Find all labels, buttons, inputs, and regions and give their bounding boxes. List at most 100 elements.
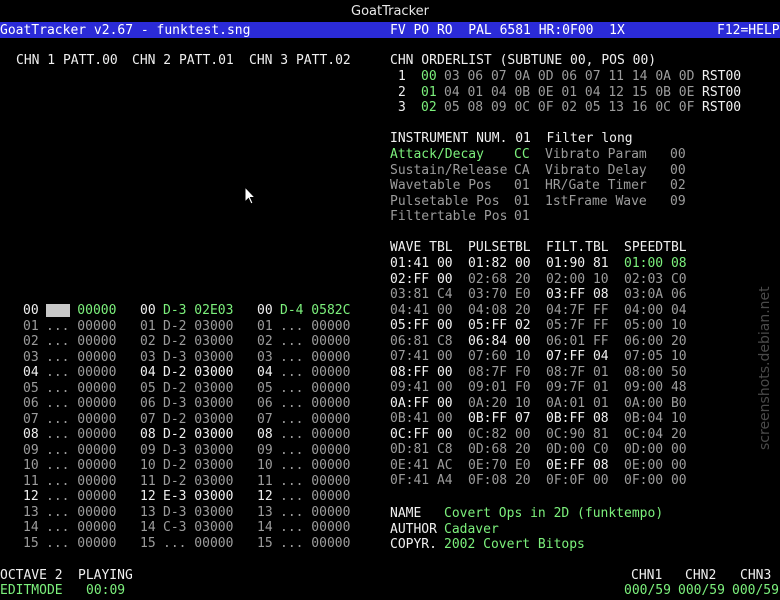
pattern-cell[interactable]: ... 00000 xyxy=(280,520,350,536)
pattern-cell[interactable]: ... 00000 xyxy=(46,396,116,412)
table-cell[interactable]: 05:7F FF xyxy=(546,318,609,334)
table-cell[interactable]: 0B:FF 07 xyxy=(468,411,531,427)
table-cell[interactable]: 03:70 E0 xyxy=(468,287,531,303)
pattern-cell[interactable]: ... 00000 xyxy=(280,396,350,412)
table-cell[interactable]: 02:03 C0 xyxy=(624,272,687,288)
orderlist-entries[interactable]: 03 06 07 0A 0D 06 07 11 14 0A 0D xyxy=(444,69,694,85)
pattern-cell[interactable]: D-3 03000 xyxy=(163,350,233,366)
table-cell[interactable]: 0C:FF 00 xyxy=(390,427,453,443)
table-cell[interactable]: 0E:41 AC xyxy=(390,458,453,474)
pattern-cell[interactable]: ... 00000 xyxy=(46,489,116,505)
instrument-param-value[interactable]: 09 xyxy=(670,194,686,210)
instrument-param-value[interactable]: 02 xyxy=(670,178,686,194)
pattern-cell[interactable]: ... 00000 xyxy=(280,489,350,505)
table-cell[interactable]: 04:41 00 xyxy=(390,303,453,319)
pattern-cell[interactable]: E-3 03000 xyxy=(163,489,233,505)
pattern-cell[interactable]: ... 00000 xyxy=(46,474,116,490)
pattern-cell[interactable]: ... 00000 xyxy=(280,458,350,474)
instrument-param-value[interactable]: 00 xyxy=(670,147,686,163)
help-hint[interactable]: F12=HELP xyxy=(717,23,780,39)
pattern-cell[interactable]: ... 00000 xyxy=(46,381,116,397)
table-cell[interactable]: 02:FF 00 xyxy=(390,272,453,288)
table-cell[interactable]: 07:60 10 xyxy=(468,349,531,365)
table-cell[interactable]: 06:00 20 xyxy=(624,334,687,350)
pattern-cell[interactable]: ... 00000 xyxy=(46,365,116,381)
table-cell[interactable]: 01:41 00 xyxy=(390,256,453,272)
pattern-cell[interactable]: ... 00000 xyxy=(46,412,116,428)
pattern-cell[interactable]: D-2 03000 xyxy=(163,458,233,474)
window-titlebar[interactable]: GoatTracker xyxy=(0,0,780,23)
table-cell[interactable]: 02:00 10 xyxy=(546,272,609,288)
pattern-cell[interactable]: ... 00000 xyxy=(46,458,116,474)
pattern-cell[interactable]: ... 00000 xyxy=(46,520,116,536)
pattern-cell[interactable]: ... 00000 xyxy=(280,319,350,335)
table-cell[interactable]: 08:7F 01 xyxy=(546,365,609,381)
table-cell[interactable]: 08:7F F0 xyxy=(468,365,531,381)
pattern-cell[interactable]: D-2 03000 xyxy=(163,381,233,397)
pattern-cell[interactable]: ... 00000 xyxy=(46,427,116,443)
song-copyright-value[interactable]: 2002 Covert Bitops xyxy=(444,537,585,553)
pattern-cell[interactable]: D-2 03000 xyxy=(163,319,233,335)
pattern-cell[interactable]: ... 00000 xyxy=(280,412,350,428)
table-cell[interactable]: 0A:01 01 xyxy=(546,396,609,412)
table-cell[interactable]: 06:01 FF xyxy=(546,334,609,350)
table-cell[interactable]: 02:68 20 xyxy=(468,272,531,288)
pattern-cell[interactable]: D-2 03000 xyxy=(163,365,233,381)
table-cell[interactable]: 03:81 C4 xyxy=(390,287,453,303)
table-cell[interactable]: 09:7F 01 xyxy=(546,380,609,396)
pattern-cell[interactable]: ... 00000 xyxy=(163,536,233,552)
table-cell[interactable]: 0F:08 20 xyxy=(468,473,531,489)
table-cell[interactable]: 03:FF 08 xyxy=(546,287,609,303)
pattern-cell[interactable]: D-4 0582C xyxy=(280,303,350,319)
table-cell[interactable]: 0D:00 C0 xyxy=(546,442,609,458)
song-name-value[interactable]: Covert Ops in 2D (funktempo) xyxy=(444,506,663,522)
pattern-cell[interactable]: D-3 03000 xyxy=(163,396,233,412)
orderlist-entries[interactable]: 05 08 09 0C 0F 02 05 13 16 0C 0F xyxy=(444,100,694,116)
instrument-param-value[interactable]: 01 xyxy=(514,178,530,194)
orderlist-restart[interactable]: RST00 xyxy=(702,100,741,116)
pattern-cell[interactable]: D-2 03000 xyxy=(163,427,233,443)
table-cell[interactable]: 0A:20 10 xyxy=(468,396,531,412)
table-cell[interactable]: 08:00 50 xyxy=(624,365,687,381)
orderlist-restart[interactable]: RST00 xyxy=(702,85,741,101)
orderlist-current-entry[interactable]: 02 xyxy=(421,100,437,116)
pattern-cell[interactable]: D-2 03000 xyxy=(163,474,233,490)
table-cell[interactable]: 04:7F FF xyxy=(546,303,609,319)
pattern-cell[interactable]: ... 00000 xyxy=(46,319,116,335)
table-cell[interactable]: 05:FF 02 xyxy=(468,318,531,334)
orderlist-current-entry[interactable]: 01 xyxy=(421,85,437,101)
instrument-param-value[interactable]: CA xyxy=(514,163,530,179)
table-cell[interactable]: 0D:68 20 xyxy=(468,442,531,458)
table-cell[interactable]: 0B:41 00 xyxy=(390,411,453,427)
table-cell[interactable]: 0E:00 00 xyxy=(624,458,687,474)
table-cell[interactable]: 09:00 48 xyxy=(624,380,687,396)
pattern-cell[interactable]: ... 00000 xyxy=(280,536,350,552)
table-cell[interactable]: 09:01 F0 xyxy=(468,380,531,396)
table-cell[interactable]: 01:00 08 xyxy=(624,256,687,272)
pattern-cell[interactable]: ... 00000 xyxy=(280,365,350,381)
table-cell[interactable]: 0E:70 E0 xyxy=(468,458,531,474)
pattern-cell[interactable]: D-3 03000 xyxy=(163,505,233,521)
song-author-value[interactable]: Cadaver xyxy=(444,522,499,538)
table-cell[interactable]: 0A:00 B0 xyxy=(624,396,687,412)
pattern-cell[interactable]: ... 00000 xyxy=(280,505,350,521)
table-cell[interactable]: 06:81 C8 xyxy=(390,334,453,350)
table-cell[interactable]: 07:FF 04 xyxy=(546,349,609,365)
pattern-cell[interactable]: ... 00000 xyxy=(280,334,350,350)
table-cell[interactable]: 05:FF 00 xyxy=(390,318,453,334)
table-cell[interactable]: 0C:04 20 xyxy=(624,427,687,443)
pattern-cell[interactable]: ... 00000 xyxy=(280,381,350,397)
table-cell[interactable]: 0B:04 10 xyxy=(624,411,687,427)
table-cell[interactable]: 0B:FF 08 xyxy=(546,411,609,427)
pattern-cell[interactable]: ... 00000 xyxy=(280,443,350,459)
pattern-cell[interactable]: D-3 02E03 xyxy=(163,303,233,319)
table-cell[interactable]: 06:84 00 xyxy=(468,334,531,350)
pattern-cell[interactable]: ... 00000 xyxy=(46,536,116,552)
table-cell[interactable]: 0D:81 C8 xyxy=(390,442,453,458)
pattern-cell[interactable]: ... 00000 xyxy=(280,350,350,366)
table-cell[interactable]: 09:41 00 xyxy=(390,380,453,396)
table-cell[interactable]: 05:00 10 xyxy=(624,318,687,334)
table-cell[interactable]: 0C:90 81 xyxy=(546,427,609,443)
table-cell[interactable]: 0F:41 A4 xyxy=(390,473,453,489)
pattern-cell[interactable]: ... 00000 xyxy=(280,474,350,490)
